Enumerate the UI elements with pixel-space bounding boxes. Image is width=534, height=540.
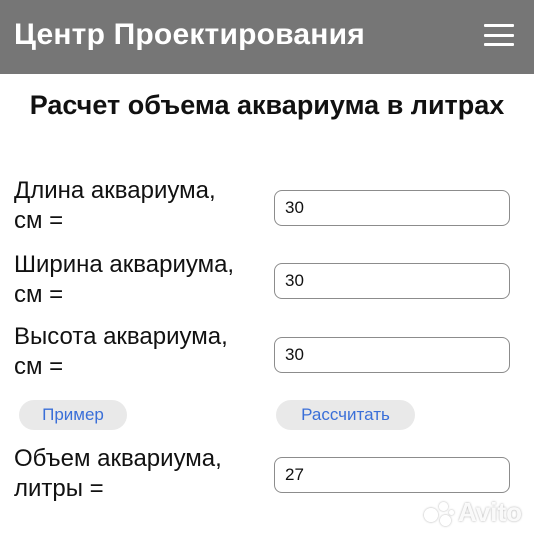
width-label-line2: см = [14, 281, 64, 308]
length-input[interactable] [274, 190, 510, 226]
menu-bar [484, 24, 514, 27]
width-label: Ширина аквариума, см = [14, 250, 269, 310]
volume-label-line1: Объем аквариума, [14, 445, 222, 472]
avito-watermark: Avito [423, 497, 522, 528]
length-label: Длина аквариума, см = [14, 176, 269, 236]
menu-bar [484, 33, 514, 37]
page-title: Расчет объема аквариума в литрах [29, 90, 505, 120]
length-label-line1: Длина аквариума, [14, 177, 216, 204]
volume-label-line2: литры = [14, 475, 104, 502]
avito-watermark-text: Avito [457, 497, 522, 527]
example-button[interactable]: Пример [19, 400, 127, 430]
width-label-line1: Ширина аквариума, [14, 251, 235, 278]
menu-bar [484, 43, 514, 46]
volume-output[interactable] [274, 457, 510, 493]
height-label-line2: см = [14, 353, 64, 380]
site-brand[interactable]: Центр Проектирования [14, 18, 365, 56]
height-input[interactable] [274, 337, 510, 373]
hamburger-menu-icon[interactable] [484, 24, 514, 46]
length-label-line2: см = [14, 207, 64, 234]
width-input[interactable] [274, 263, 510, 299]
calculate-button[interactable]: Рассчитать [276, 400, 415, 430]
top-header: Центр Проектирования [0, 0, 534, 74]
volume-label: Объем аквариума, литры = [14, 444, 269, 504]
height-label-line1: Высота аквариума, [14, 323, 228, 350]
height-label: Высота аквариума, см = [14, 322, 269, 382]
avito-dots-icon [423, 500, 454, 526]
